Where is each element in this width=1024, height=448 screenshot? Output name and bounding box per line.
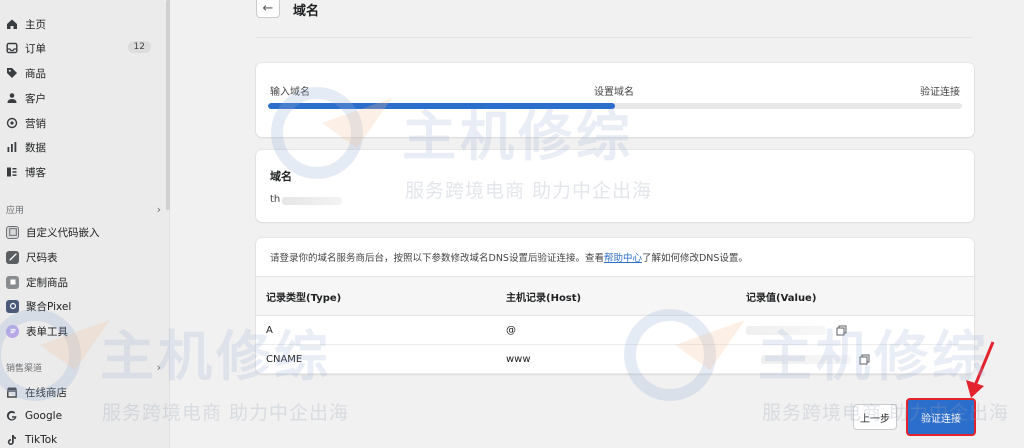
sidebar-item-orders[interactable]: 订单 12: [0, 37, 165, 59]
progress-bar: [268, 103, 962, 109]
inbox-icon: [6, 42, 18, 54]
store-icon: [6, 386, 18, 398]
bar-chart-icon: [6, 141, 18, 153]
pixel-icon: [6, 299, 19, 313]
sidebar-channel-google[interactable]: Google: [0, 405, 165, 427]
help-center-link[interactable]: 帮助中心: [604, 253, 642, 264]
record-type: A: [266, 324, 273, 336]
home-icon: [6, 18, 18, 30]
domain-redacted: [282, 197, 342, 205]
apps-section-label: 应用: [6, 205, 25, 216]
sidebar-item-label: 聚合Pixel: [26, 300, 72, 313]
sidebar-app-form-tool[interactable]: 表单工具: [0, 320, 165, 342]
dns-instructions-suffix: 了解如何修改DNS设置。: [641, 253, 748, 264]
sidebar-item-label: 客户: [25, 92, 46, 105]
copy-icon[interactable]: [859, 354, 870, 365]
step-enter-domain: 输入域名: [270, 87, 310, 98]
google-icon: [6, 410, 18, 422]
record-type: CNAME: [266, 353, 303, 365]
ruler-icon: [6, 250, 19, 264]
sidebar-app-size-chart[interactable]: 尺码表: [0, 246, 165, 268]
code-embed-icon: [6, 225, 19, 239]
progress-bar-fill: [268, 103, 615, 109]
sidebar-item-customers[interactable]: 客户: [0, 87, 165, 109]
table-row: A @: [256, 316, 974, 345]
orders-count-badge: 12: [127, 41, 151, 53]
column-header-host: 主机记录(Host): [506, 292, 582, 304]
sidebar-item-products[interactable]: 商品: [0, 62, 165, 84]
sidebar-item-home[interactable]: 主页: [0, 13, 165, 35]
sidebar-item-label: 在线商店: [25, 386, 67, 399]
domain-heading: 域名: [270, 170, 292, 183]
verify-connection-button[interactable]: 验证连接: [906, 398, 976, 436]
record-value-redacted: [746, 326, 826, 335]
channels-section-label: 销售渠道: [6, 363, 43, 374]
sidebar-item-label: 订单: [25, 42, 46, 55]
custom-product-icon: [6, 275, 19, 289]
record-host: www: [506, 353, 531, 365]
sidebar-item-label: Google: [25, 410, 63, 422]
tag-icon: [6, 67, 18, 79]
domain-value: th: [270, 194, 281, 205]
apps-section-header[interactable]: 应用 ›: [6, 201, 161, 217]
dns-instructions: 请登录你的域名服务商后台，按照以下参数修改域名DNS设置后验证连接。查看帮助中心…: [270, 250, 748, 264]
title-divider: [256, 37, 972, 38]
sidebar-item-label: 数据: [25, 141, 46, 154]
blog-icon: [6, 166, 18, 178]
sidebar-item-label: 营销: [25, 117, 46, 130]
sidebar-item-analytics[interactable]: 数据: [0, 136, 165, 158]
sidebar-app-custom-product[interactable]: 定制商品: [0, 271, 165, 293]
dns-instructions-text: 请登录你的域名服务商后台，按照以下参数修改域名DNS设置后验证连接。查看: [270, 253, 604, 264]
back-button[interactable]: ←: [256, 0, 280, 18]
form-icon: [6, 324, 19, 338]
record-host: @: [506, 324, 516, 336]
table-row: CNAME www: [256, 345, 974, 374]
sidebar-item-label: TikTok: [25, 434, 58, 446]
chevron-right-icon: ›: [156, 360, 161, 374]
tiktok-icon: [6, 434, 18, 446]
column-header-type: 记录类型(Type): [266, 292, 342, 304]
sidebar-item-label: 商品: [25, 67, 46, 80]
sidebar-channel-tiktok[interactable]: TikTok: [0, 429, 165, 448]
sidebar-channel-online-store[interactable]: 在线商店: [0, 381, 165, 403]
sidebar: 主页 订单 12 商品 客户 营销 数据 博客 应用 › 自定义代码嵌入 尺码表…: [0, 0, 170, 448]
step-verify-connection: 验证连接: [920, 87, 960, 98]
person-icon: [6, 92, 18, 104]
sidebar-item-label: 博客: [25, 166, 46, 179]
sidebar-item-marketing[interactable]: 营销: [0, 112, 165, 134]
sidebar-app-pixel[interactable]: 聚合Pixel: [0, 295, 165, 317]
back-arrow-icon: ←: [262, 1, 274, 16]
sidebar-item-label: 尺码表: [26, 251, 58, 264]
sidebar-app-code-embed[interactable]: 自定义代码嵌入: [0, 221, 165, 243]
record-value-redacted: [761, 355, 851, 364]
sidebar-item-label: 定制商品: [26, 276, 68, 289]
target-icon: [6, 117, 18, 129]
sidebar-item-label: 主页: [25, 18, 46, 31]
dns-settings-card: 请登录你的域名服务商后台，按照以下参数修改域名DNS设置后验证连接。查看帮助中心…: [256, 238, 974, 374]
sidebar-scrollbar[interactable]: [166, 0, 170, 210]
sidebar-item-label: 自定义代码嵌入: [26, 226, 100, 239]
copy-icon[interactable]: [836, 325, 847, 336]
red-arrow-annotation-icon: [966, 341, 995, 398]
chevron-right-icon: ›: [156, 202, 161, 216]
domain-card: 域名 th: [256, 150, 974, 222]
sidebar-item-label: 表单工具: [26, 325, 68, 338]
steps-card: 输入域名 设置域名 验证连接: [256, 63, 974, 137]
page-title: 域名: [293, 4, 320, 19]
column-header-value: 记录值(Value): [746, 292, 817, 304]
dns-table-header: 记录类型(Type) 主机记录(Host) 记录值(Value): [256, 276, 974, 316]
step-setup-domain: 设置域名: [594, 87, 634, 98]
channels-section-header[interactable]: 销售渠道 ›: [6, 359, 161, 375]
sidebar-item-blog[interactable]: 博客: [0, 161, 165, 183]
previous-step-button[interactable]: 上一步: [853, 404, 897, 430]
